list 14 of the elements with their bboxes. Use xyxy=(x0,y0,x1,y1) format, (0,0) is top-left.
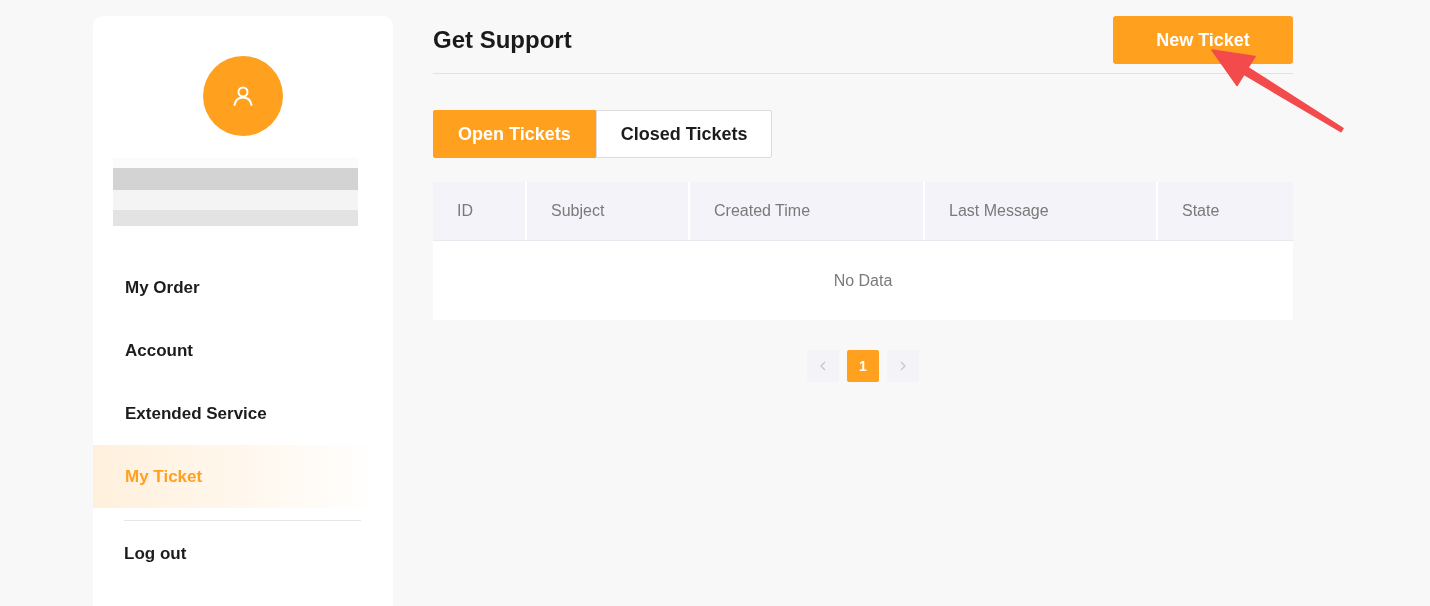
logout-link[interactable]: Log out xyxy=(93,521,393,587)
sidebar-menu-item[interactable]: Account xyxy=(93,319,393,382)
column-header: ID xyxy=(433,182,527,240)
page-title: Get Support xyxy=(433,25,572,55)
column-header: Last Message xyxy=(925,182,1158,240)
ticket-tab[interactable]: Closed Tickets xyxy=(595,110,773,158)
sidebar-menu-item[interactable]: Extended Service xyxy=(93,382,393,445)
sidebar-menu-item[interactable]: My Order xyxy=(93,256,393,319)
column-header: Created Time xyxy=(690,182,925,240)
chevron-left-icon xyxy=(820,361,826,371)
chevron-right-icon xyxy=(900,361,906,371)
empty-message: No Data xyxy=(833,271,893,290)
column-header: Subject xyxy=(527,182,690,240)
column-header: State xyxy=(1181,201,1221,221)
